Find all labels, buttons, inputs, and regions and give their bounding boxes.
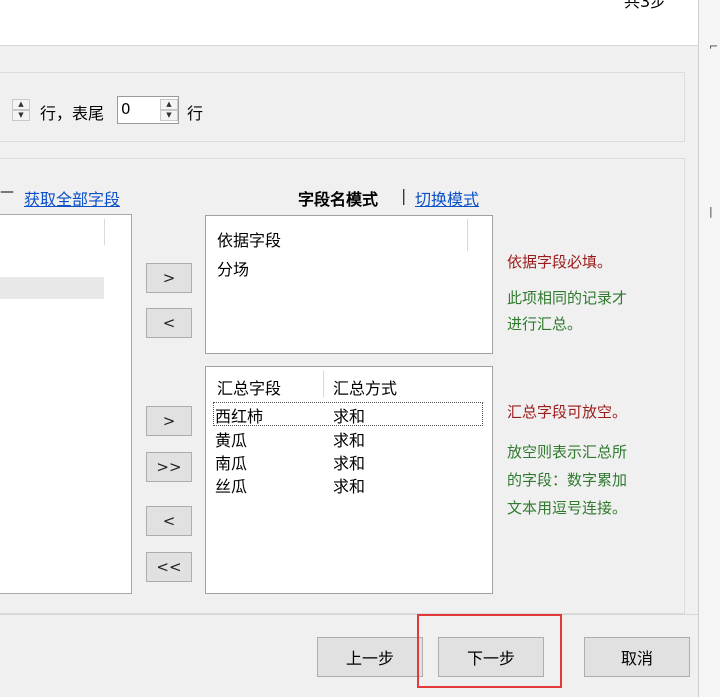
background-window-glyph: | — [709, 205, 713, 218]
summary-field-cell[interactable]: 黄瓜 — [215, 427, 247, 451]
basis-description-line: 此项相同的记录才 — [507, 289, 628, 307]
summary-description-line: 的字段：数字累加 — [507, 471, 628, 489]
basis-field-row[interactable]: 分场 — [217, 256, 249, 280]
next-step-highlight-box — [417, 614, 562, 688]
field-mode-label: 字段名模式 — [298, 190, 379, 209]
remove-all-summary-fields-button[interactable]: << — [146, 552, 192, 582]
mode-separator: | — [401, 186, 407, 205]
add-basis-field-button[interactable]: > — [146, 263, 192, 293]
footer-rows-value: 0 — [121, 100, 131, 118]
list-item-selected[interactable] — [0, 277, 104, 299]
column-divider — [467, 219, 468, 251]
basis-fields-list[interactable]: 依据字段 分场 — [205, 215, 493, 354]
rows-suffix-label: 行 — [187, 104, 204, 123]
column-divider — [323, 370, 324, 398]
summary-optional-note: 汇总字段可放空。 — [507, 403, 628, 421]
basis-description-line: 进行汇总。 — [507, 315, 583, 333]
basis-column-header: 依据字段 — [217, 231, 282, 250]
summary-method-cell[interactable]: 求和 — [333, 473, 365, 497]
summary-description-line: 放空则表示汇总所 — [507, 443, 628, 461]
spin-down-icon[interactable]: ▼ — [160, 110, 178, 121]
summary-method-cell[interactable]: 求和 — [333, 450, 365, 474]
switch-mode-link[interactable]: 切换模式 — [415, 186, 479, 210]
summary-description-line: 文本用逗号连接。 — [507, 499, 628, 517]
wizard-header: 共3步 — [0, 0, 698, 46]
left-list-mark: — — [0, 184, 14, 200]
step-total-label: 共3步 — [624, 0, 667, 11]
summary-field-column-header: 汇总字段 — [217, 379, 282, 398]
remove-summary-field-button[interactable]: < — [146, 506, 192, 536]
summary-method-cell[interactable]: 求和 — [333, 427, 365, 451]
spin-down-icon[interactable]: ▼ — [12, 110, 30, 121]
remove-basis-field-button[interactable]: < — [146, 308, 192, 338]
summary-fields-list[interactable]: 汇总字段 汇总方式 西红柿 求和 黄瓜 求和 南瓜 求和 丝瓜 求和 — [205, 366, 493, 594]
summary-method-column-header: 汇总方式 — [333, 379, 398, 398]
column-divider — [104, 219, 105, 245]
spin-up-icon[interactable]: ▲ — [12, 99, 30, 110]
add-all-summary-fields-button[interactable]: >> — [146, 452, 192, 482]
cancel-button[interactable]: 取消 — [584, 637, 690, 677]
summary-field-cell[interactable]: 南瓜 — [215, 450, 247, 474]
spin-up-icon[interactable]: ▲ — [160, 99, 178, 110]
get-all-fields-link[interactable]: 获取全部字段 — [24, 186, 120, 210]
footer-rows-spinner[interactable]: ▲ ▼ — [160, 99, 178, 121]
rows-footer-label: 行，表尾 — [40, 104, 105, 123]
basis-required-note: 依据字段必填。 — [507, 253, 613, 271]
footer-divider — [0, 614, 698, 615]
add-summary-field-button[interactable]: > — [146, 406, 192, 436]
background-window-glyph: ⌐ — [709, 40, 719, 53]
summary-field-cell[interactable]: 丝瓜 — [215, 473, 247, 497]
background-window-strip — [698, 0, 720, 697]
available-fields-list[interactable] — [0, 214, 132, 594]
previous-step-button[interactable]: 上一步 — [317, 637, 423, 677]
summary-field-cell[interactable]: 西红柿 — [215, 403, 263, 427]
summary-method-cell[interactable]: 求和 — [333, 403, 365, 427]
header-rows-spinner[interactable]: ▲ ▼ — [12, 99, 30, 121]
